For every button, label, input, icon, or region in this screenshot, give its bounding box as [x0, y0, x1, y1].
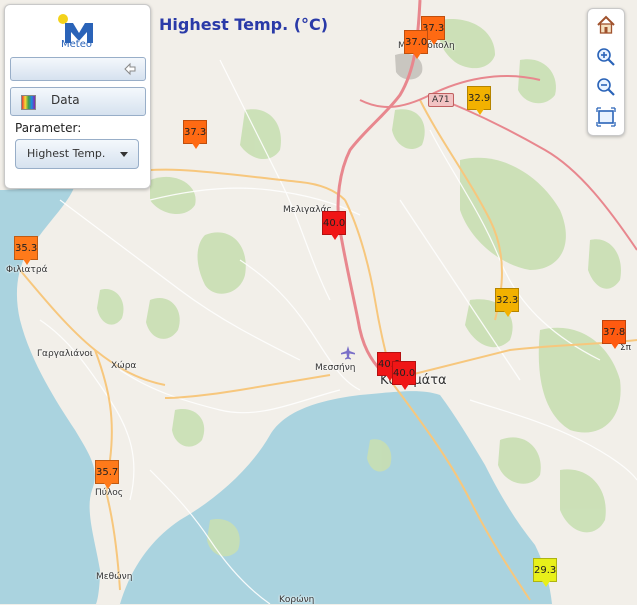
chevron-down-icon	[120, 152, 128, 157]
map-title: Highest Temp. (°C)	[159, 15, 329, 34]
road-shield-a71: A71	[428, 93, 454, 107]
zoom-in-icon[interactable]	[594, 45, 618, 69]
station-marker[interactable]: 35.7	[95, 460, 119, 489]
station-marker[interactable]: 32.3	[495, 288, 519, 317]
place-messini: Μεσσήνη	[315, 363, 356, 373]
data-tab-label: Data	[51, 93, 80, 107]
logo-text: Meteo	[61, 39, 92, 50]
palette-icon	[21, 95, 36, 110]
station-marker[interactable]: 37.3	[183, 120, 207, 149]
station-marker[interactable]: 37.0	[404, 30, 428, 59]
station-marker[interactable]: 37.8	[602, 320, 626, 349]
station-marker[interactable]: 35.3	[14, 236, 38, 265]
side-panel: Meteo Data Parameter: Highest Temp.	[4, 4, 151, 189]
station-marker[interactable]: 40.0	[392, 361, 416, 390]
place-filiatra: Φιλιατρά	[6, 265, 48, 275]
place-gargalianoi: Γαργαλιάνοι	[37, 349, 93, 359]
place-chora: Χώρα	[111, 361, 137, 371]
data-tab-button[interactable]: Data	[10, 87, 146, 116]
place-methoni: Μεθώνη	[96, 572, 133, 582]
parameter-label: Parameter:	[15, 121, 82, 135]
station-marker[interactable]: 32.9	[467, 86, 491, 115]
zoom-out-icon[interactable]	[594, 75, 618, 99]
station-marker[interactable]: 40.0	[322, 211, 346, 240]
parameter-select[interactable]: Highest Temp.	[15, 139, 139, 169]
fit-extent-icon[interactable]	[594, 105, 618, 129]
map-toolbar	[587, 8, 625, 136]
parameter-select-value: Highest Temp.	[27, 147, 106, 160]
collapse-arrow-icon	[124, 62, 136, 76]
home-icon[interactable]	[594, 13, 618, 37]
collapse-panel-button[interactable]	[10, 57, 146, 81]
place-pylos: Πύλος	[95, 488, 124, 498]
station-marker[interactable]: 29.3	[533, 558, 557, 587]
